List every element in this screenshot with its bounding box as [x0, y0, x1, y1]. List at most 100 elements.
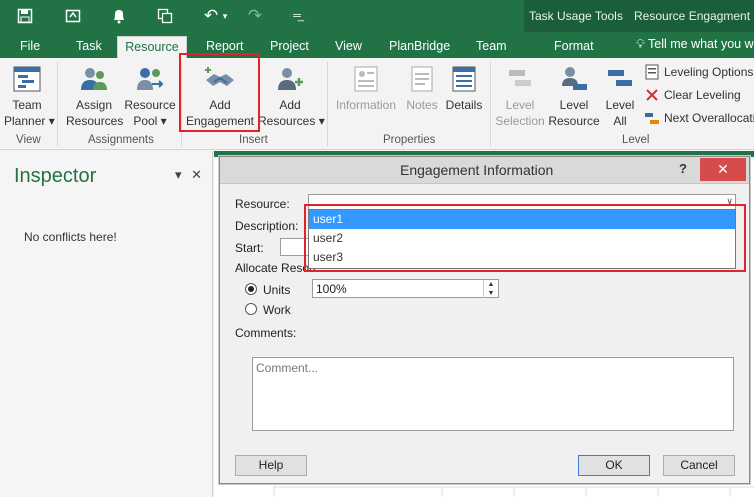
group-separator	[490, 62, 491, 146]
information-label: Information	[335, 98, 397, 112]
inspector-pane: Inspector ▾ ✕ No conflicts here!	[0, 151, 213, 497]
leveling-options-icon	[645, 64, 659, 80]
level-resource-icon	[562, 67, 587, 90]
publish-icon[interactable]	[58, 0, 88, 32]
bell-icon[interactable]	[104, 0, 134, 32]
inspector-controls: ▾ ✕	[175, 167, 202, 183]
team-planner-button[interactable]: Team Planner ▾	[4, 64, 55, 129]
units-value: 100%	[316, 282, 347, 296]
tell-me-box[interactable]: 💡︎ Tell me what you w	[636, 37, 754, 52]
units-spinner[interactable]: ▲ ▼	[483, 280, 498, 298]
save-icon[interactable]	[10, 0, 40, 32]
group-separator	[327, 62, 328, 146]
add-person-icon	[278, 68, 303, 90]
start-label: Start:	[235, 241, 264, 255]
help-icon[interactable]: ?	[679, 161, 687, 176]
comment-placeholder: Comment...	[256, 361, 319, 375]
help-button[interactable]: Help	[235, 455, 307, 476]
clear-leveling-button[interactable]: Clear Leveling	[644, 87, 741, 103]
level-all-button[interactable]: Level All	[602, 64, 638, 129]
tab-task[interactable]: Task	[72, 36, 106, 58]
work-label: Work	[263, 303, 291, 317]
team-planner-line1: Team	[12, 98, 42, 112]
close-icon[interactable]: ✕	[700, 158, 746, 181]
spin-down-icon[interactable]: ▼	[484, 289, 498, 298]
resource-label: Resource:	[235, 197, 290, 211]
comments-label: Comments:	[235, 326, 297, 340]
level-all-icon	[608, 70, 632, 86]
resource-pool-button[interactable]: Resource Pool ▾	[124, 64, 176, 129]
group-level-label: Level	[622, 134, 650, 146]
copy-picture-icon[interactable]	[150, 0, 180, 32]
clear-leveling-label: Clear Leveling	[664, 88, 741, 102]
notes-label: Notes	[406, 98, 438, 112]
resource-pool-line2: Pool ▾	[133, 114, 167, 128]
resource-engagement-title: Resource Engagment ...	[634, 9, 754, 23]
information-button: Information	[333, 64, 399, 113]
undo-dropdown-icon[interactable]: ▾	[217, 0, 233, 32]
customize-qat-icon[interactable]: ═̲	[282, 0, 312, 32]
redo-icon: ↷	[247, 6, 263, 25]
next-overallocation-icon	[645, 113, 659, 124]
next-overallocation-button[interactable]: Next Overallocatio	[644, 110, 754, 126]
details-label: Details	[445, 98, 483, 112]
ribbon: Team Planner ▾ View Assign Resources Res…	[0, 58, 754, 150]
lightbulb-icon: 💡︎	[636, 37, 645, 51]
group-view-label: View	[16, 134, 41, 146]
tab-view[interactable]: View	[331, 36, 366, 58]
details-icon	[452, 66, 476, 92]
dialog-title: Engagement Information	[400, 162, 554, 178]
units-radio[interactable]	[245, 283, 257, 295]
pane-options-icon[interactable]: ▾	[175, 167, 182, 182]
resource-pool-icon	[137, 68, 164, 90]
tab-planbridge[interactable]: PlanBridge	[385, 36, 454, 58]
notes-button: Notes	[402, 64, 442, 113]
task-usage-tools-title: Task Usage Tools	[529, 9, 623, 23]
level-resource-line1: Level	[559, 98, 589, 112]
tab-resource[interactable]: Resource	[117, 36, 187, 58]
tab-format[interactable]: Format	[550, 36, 598, 58]
comment-textarea[interactable]: Comment...	[252, 357, 734, 431]
clear-leveling-icon	[646, 89, 658, 101]
cancel-button[interactable]: Cancel	[663, 455, 735, 476]
add-resources-button[interactable]: Add Resources ▾	[258, 64, 325, 129]
level-resource-button[interactable]: Level Resource	[548, 64, 600, 129]
information-icon	[354, 66, 378, 92]
level-resource-line2: Resource	[548, 114, 600, 128]
group-assignments-label: Assignments	[88, 134, 154, 146]
leveling-options-label: Leveling Options	[664, 65, 754, 79]
level-selection-line1: Level	[505, 98, 535, 112]
add-resources-line2: Resources ▾	[258, 114, 325, 128]
work-radio[interactable]	[245, 303, 257, 315]
units-field[interactable]: 100%	[312, 279, 499, 298]
assign-resources-line2: Resources	[66, 114, 124, 128]
group-insert-label: Insert	[239, 134, 268, 146]
leveling-options-button[interactable]: Leveling Options	[644, 64, 753, 80]
add-resources-line1: Add	[279, 98, 301, 112]
inspector-message: No conflicts here!	[24, 230, 117, 244]
tab-team[interactable]: Team	[472, 36, 511, 58]
tab-file[interactable]: File	[16, 36, 44, 58]
level-selection-button: Level Selection	[494, 64, 546, 129]
assign-resources-icon	[81, 68, 107, 90]
dropdown-highlight	[304, 204, 746, 272]
description-label: Description:	[235, 219, 299, 233]
close-icon[interactable]: ✕	[191, 167, 202, 182]
add-engagement-highlight	[179, 53, 260, 132]
team-planner-icon	[13, 66, 41, 92]
ok-button[interactable]: OK	[578, 455, 650, 476]
next-overallocation-label: Next Overallocatio	[664, 111, 754, 125]
inspector-title: Inspector	[14, 165, 97, 187]
tab-project[interactable]: Project	[266, 36, 313, 58]
assign-resources-line1: Assign	[75, 98, 113, 112]
tell-me-text: Tell me what you w	[648, 37, 754, 51]
notes-icon	[411, 66, 433, 92]
group-separator	[57, 62, 58, 146]
team-planner-line2: Planner ▾	[4, 114, 55, 128]
spin-up-icon[interactable]: ▲	[484, 280, 498, 289]
level-selection-line2: Selection	[495, 114, 545, 128]
details-button[interactable]: Details	[444, 64, 484, 113]
assign-resources-button[interactable]: Assign Resources	[66, 64, 124, 129]
group-properties-label: Properties	[383, 134, 436, 146]
level-all-line1: Level	[605, 98, 635, 112]
